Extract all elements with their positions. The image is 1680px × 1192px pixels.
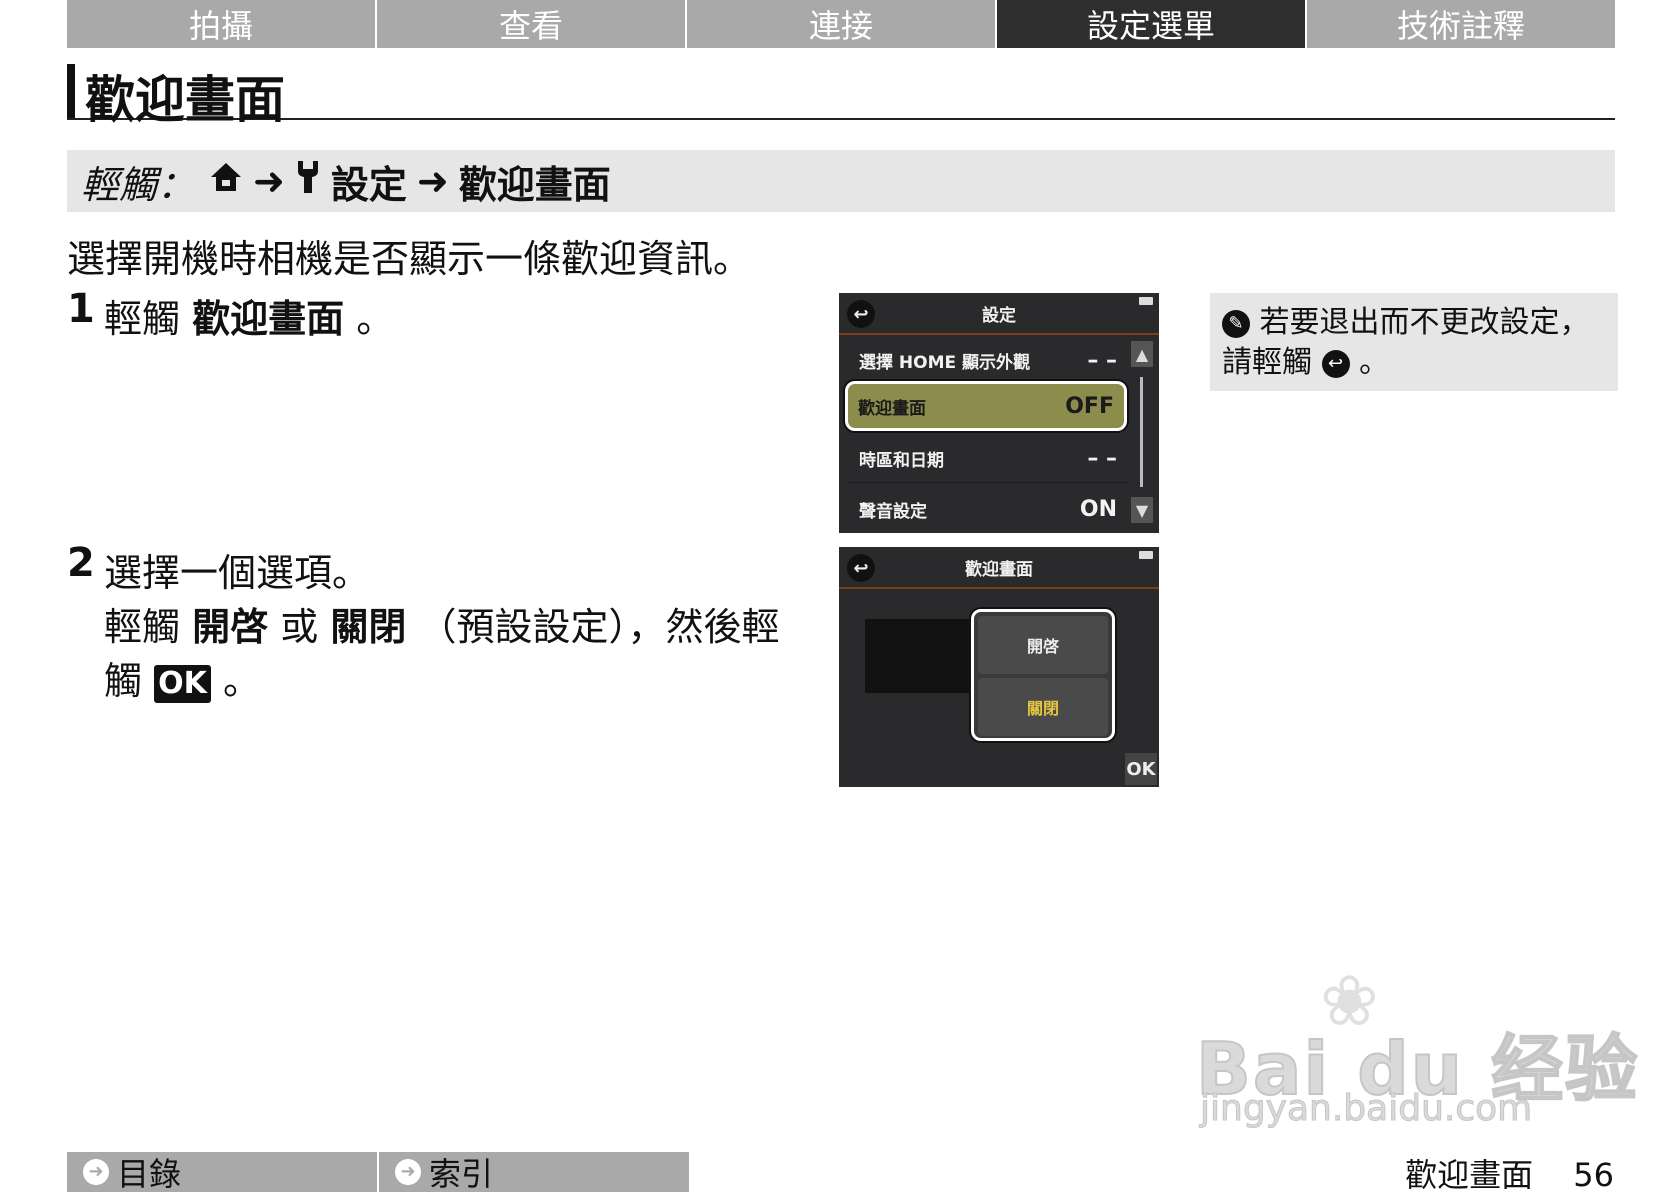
arrow-right-icon: ➜ (83, 1159, 109, 1185)
note-line-1: 若要退出而不更改設定， (1259, 305, 1590, 340)
path-arrow: ➜ (253, 159, 285, 203)
step-2-or: 或 (280, 605, 319, 649)
path-prefix: 輕觸： (81, 162, 196, 207)
screen-title: 設定 (982, 305, 1016, 326)
pencil-icon: ✎ (1222, 309, 1250, 338)
page-footer-label: 歡迎畫面 56 (1405, 1150, 1614, 1192)
menu-row-timezone-date[interactable]: 時區和日期 – – (849, 435, 1127, 483)
toc-button[interactable]: ➜ 目錄 (67, 1152, 377, 1192)
toc-label: 目錄 (117, 1155, 182, 1192)
wrench-icon (295, 159, 321, 204)
tab-connecting[interactable]: 連接 (687, 0, 997, 48)
menu-row-sound-settings[interactable]: 聲音設定 ON (849, 485, 1127, 533)
ok-button-icon: OK (154, 664, 211, 703)
tab-setup-menu[interactable]: 設定選單 (997, 0, 1307, 48)
step-2-line-3: 觸 OK 。 (104, 650, 261, 705)
menu-row-value: OFF (1065, 393, 1114, 419)
step-2-post: （預設設定），然後輕 (418, 605, 780, 649)
step-1-bold: 歡迎畫面 (192, 297, 345, 341)
path-setting: 設定 (330, 162, 407, 207)
page-number: 56 (1573, 1156, 1614, 1192)
back-icon: ↩ (1321, 349, 1350, 378)
menu-row-label: 歡迎畫面 (858, 398, 926, 419)
tab-shooting[interactable]: 拍攝 (67, 0, 377, 48)
step-2-line3-pre: 觸 (104, 659, 143, 703)
note-line-2-pre: 請輕觸 (1222, 345, 1312, 380)
step-2-on: 開啓 (192, 605, 269, 649)
scroll-down-icon[interactable]: ▼ (1131, 497, 1153, 523)
menu-row-welcome-screen[interactable]: 歡迎畫面 OFF (845, 381, 1127, 431)
back-icon[interactable]: ↩ (847, 554, 875, 582)
camera-screen-welcome: ↩ 歡迎畫面 開啓 關閉 OK (839, 547, 1159, 787)
index-label: 索引 (429, 1155, 494, 1192)
step-2-line3-post: 。 (222, 659, 261, 703)
menu-row-home-display[interactable]: 選擇 HOME 顯示外觀 – – (849, 337, 1127, 385)
battery-icon (1139, 297, 1153, 305)
menu-row-label: 聲音設定 (859, 501, 927, 522)
note-box: ✎ 若要退出而不更改設定， 請輕觸 ↩ 。 (1210, 293, 1618, 391)
step-2-number: 2 (67, 540, 95, 586)
baidu-watermark: ❀ Bai du 经验 jingyan.baidu.com (1195, 960, 1638, 1140)
tab-technical-notes[interactable]: 技術註釋 (1307, 0, 1615, 48)
step-1-post: 。 (356, 297, 395, 341)
menu-row-value: – – (1087, 348, 1117, 373)
option-on[interactable]: 開啓 (978, 616, 1108, 674)
menu-row-value: ON (1079, 496, 1117, 522)
arrow-right-icon: ➜ (395, 1159, 421, 1185)
scroll-up-icon[interactable]: ▲ (1131, 341, 1153, 367)
home-icon (209, 159, 243, 203)
step-1-number: 1 (67, 286, 95, 332)
step-2-off: 關閉 (330, 605, 407, 649)
camera-screen-setup: ↩ 設定 選擇 HOME 顯示外觀 – – 歡迎畫面 OFF 時區和日期 – –… (839, 293, 1159, 533)
index-button[interactable]: ➜ 索引 (379, 1152, 689, 1192)
path-arrow: ➜ (416, 159, 449, 203)
intro-text: 選擇開機時相機是否顯示一條歡迎資訊。 (67, 237, 752, 281)
watermark-url: jingyan.baidu.com (1199, 1088, 1533, 1130)
note-line-2-post: 。 (1359, 345, 1390, 380)
menu-row-value: – – (1087, 446, 1117, 471)
navigation-path: 輕觸： ➜ 設定 ➜ 歡迎畫面 (67, 150, 1615, 212)
ok-button[interactable]: OK (1125, 753, 1157, 785)
screen-header: ↩ 設定 (839, 293, 1159, 335)
step-1-pre: 輕觸 (104, 297, 181, 341)
title-marker (67, 64, 75, 118)
battery-icon (1139, 551, 1153, 559)
menu-row-label: 選擇 HOME 顯示外觀 (859, 353, 1031, 373)
screen-title: 歡迎畫面 (965, 559, 1033, 580)
step-2-line-1: 選擇一個選項。 (104, 551, 371, 595)
option-list: 開啓 關閉 (971, 609, 1115, 741)
page-title: 歡迎畫面 (85, 71, 285, 129)
step-2-line-2: 輕觸 開啓 或 關閉 （預設設定），然後輕 (104, 596, 779, 651)
step-2-pre: 輕觸 (104, 605, 181, 649)
screen-header: ↩ 歡迎畫面 (839, 547, 1159, 589)
tab-viewing[interactable]: 查看 (377, 0, 687, 48)
section-tabs: 拍攝 查看 連接 設定選單 技術註釋 (67, 0, 1615, 48)
step-1-text: 輕觸 歡迎畫面 。 (104, 288, 394, 343)
path-target: 歡迎畫面 (458, 162, 611, 207)
menu-row-label: 時區和日期 (859, 451, 944, 471)
footer-page-title: 歡迎畫面 (1405, 1156, 1534, 1192)
scrollbar[interactable] (1140, 377, 1143, 487)
back-icon[interactable]: ↩ (847, 300, 875, 328)
page-title-bar: 歡迎畫面 (67, 58, 1615, 129)
option-off[interactable]: 關閉 (978, 678, 1108, 736)
preview-area (865, 619, 973, 693)
